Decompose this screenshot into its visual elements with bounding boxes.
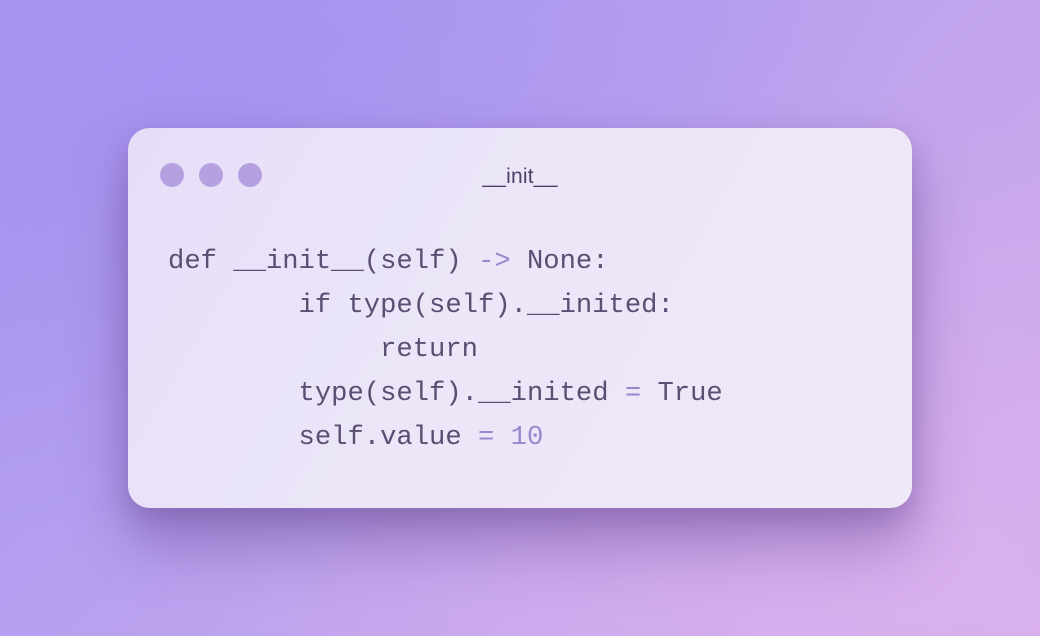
code-token: type(self).__inited: [298, 378, 625, 409]
window-title: __init__: [482, 165, 558, 188]
code-operator: =: [624, 378, 642, 409]
code-window: __init__ def __init__(self) -> None: if …: [128, 128, 912, 508]
code-line-3: return: [168, 328, 723, 372]
code-line-4: type(self).__inited = True: [168, 372, 723, 416]
code-operator: =: [478, 422, 495, 453]
code-token: None:: [510, 246, 609, 277]
code-operator: ->: [478, 246, 511, 277]
code-line-2: if type(self).__inited:: [168, 284, 723, 328]
code-block: def __init__(self) -> None: if type(self…: [168, 240, 723, 460]
code-token: return: [380, 334, 479, 365]
code-line-1: def __init__(self) -> None:: [168, 240, 723, 284]
code-token: def __init__(self): [168, 246, 478, 277]
code-token: if type(self).__inited:: [298, 290, 674, 321]
code-line-5: self.value = 10: [168, 416, 723, 460]
code-number: 10: [510, 422, 544, 453]
code-token: True: [641, 378, 723, 409]
code-token: self.value: [298, 422, 478, 453]
